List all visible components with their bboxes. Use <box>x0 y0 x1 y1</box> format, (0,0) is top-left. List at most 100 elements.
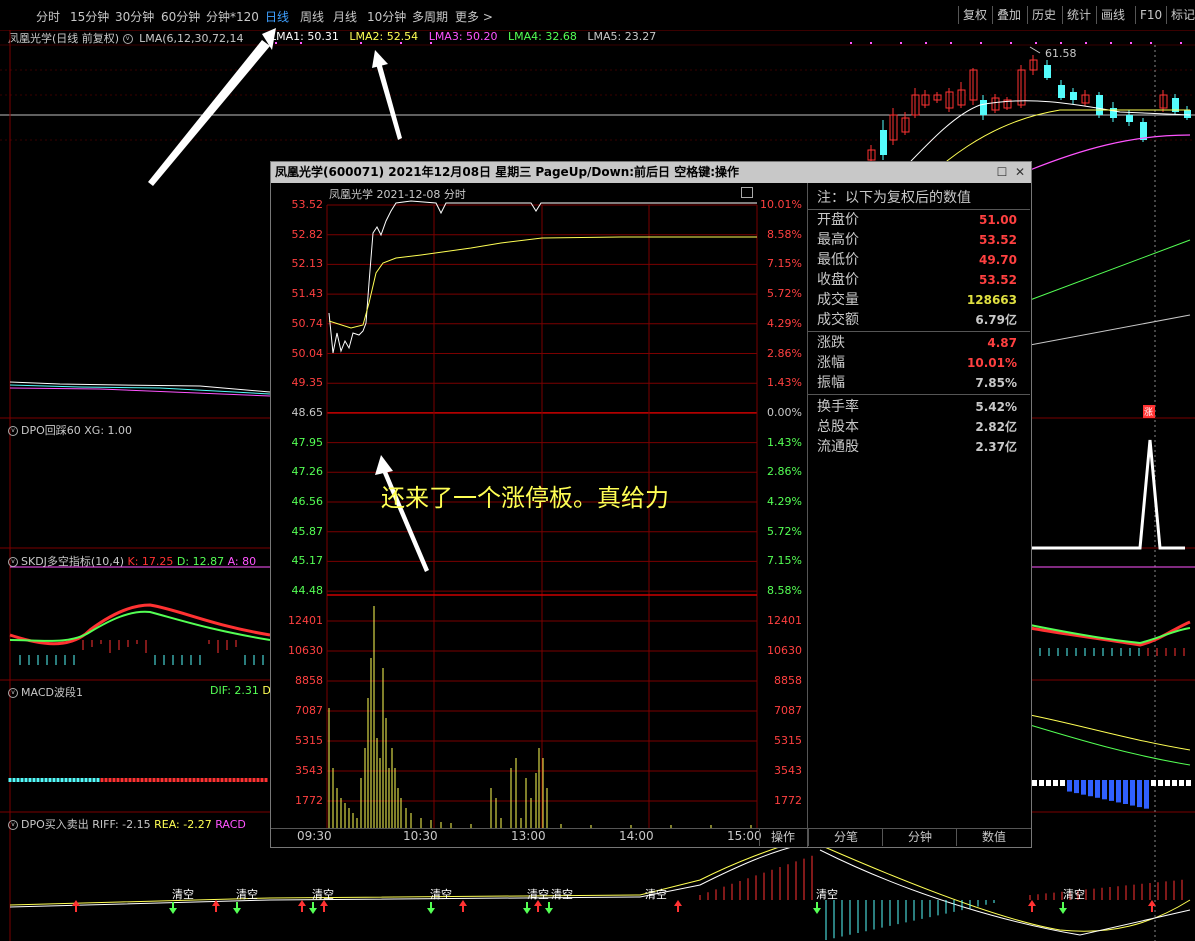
signal-dot <box>1035 42 1037 44</box>
signal-dot <box>300 42 302 44</box>
clear-signal-label: 清空 <box>645 887 667 901</box>
signal-dot <box>900 42 902 44</box>
info-key: 流通股 <box>817 439 859 455</box>
info-row: 成交额 6.79亿 <box>817 310 1023 330</box>
macd-bar <box>1081 780 1086 795</box>
popup-tab-2[interactable]: 分钟 <box>882 829 957 846</box>
volume-label-right: 5315 <box>774 734 802 747</box>
candle-body <box>1184 110 1191 118</box>
popup-tab-3[interactable]: 数值 <box>956 829 1031 846</box>
dpo-bars <box>699 855 1183 940</box>
clear-signal-label: 清空 <box>816 887 838 901</box>
macd-bar <box>1172 780 1177 786</box>
collapse-icon[interactable]: v <box>8 820 18 830</box>
percent-label: 5.72% <box>767 287 802 301</box>
macd-bar <box>1116 780 1121 803</box>
info-value: 6.79亿 <box>975 313 1017 327</box>
volume-label-right: 7087 <box>774 704 802 717</box>
info-row: 开盘价 51.00 <box>817 210 1023 230</box>
price-line <box>328 200 757 354</box>
dpo-panel-label: v DPO回踩60 XG: 1.00 <box>8 422 132 438</box>
annotation-arrow-2 <box>376 62 402 140</box>
price-label: 47.26 <box>291 465 324 479</box>
info-key: 开盘价 <box>817 212 859 228</box>
macd-bar <box>1060 780 1065 786</box>
time-label: 14:00 <box>619 829 654 843</box>
skdj-panel-label: v SKDJ多空指标(10,4) K: 17.25 D: 12.87 A: 80 <box>8 553 256 569</box>
info-value: 49.70 <box>979 253 1017 267</box>
price-label: 46.56 <box>291 495 324 508</box>
annotation-text: 还来了一个涨停板。真给力 <box>381 484 669 512</box>
up-arrow-icon <box>298 900 306 906</box>
info-key: 成交额 <box>817 312 859 328</box>
collapse-icon[interactable]: v <box>8 426 18 436</box>
info-key: 收盘价 <box>817 272 859 288</box>
macd-bar <box>1067 780 1072 792</box>
info-key: 涨幅 <box>817 355 845 371</box>
popup-titlebar[interactable]: 凤凰光学(600071) 2021年12月08日 星期三 PageUp/Down… <box>271 162 1031 183</box>
down-arrow-icon <box>309 908 317 914</box>
percent-label: 5.72% <box>767 524 802 538</box>
collapse-icon[interactable]: v <box>8 688 18 698</box>
price-label: 48.65 <box>291 405 324 419</box>
info-value: 10.01% <box>967 356 1017 370</box>
signal-arrows <box>72 900 1156 914</box>
candle-body <box>1126 115 1133 122</box>
price-label: 52.13 <box>291 257 324 271</box>
percent-label: 4.29% <box>767 316 802 330</box>
skdj-a: A: 80 <box>227 555 257 568</box>
info-header: 注：以下为复权后的数值 <box>817 190 971 206</box>
info-row: 振幅 7.85% <box>817 373 1023 393</box>
skdj-d: D: 12.87 <box>176 555 225 568</box>
price-label: 47.95 <box>291 435 324 449</box>
dpobs-panel-label: v DPO买入卖出 RIFF: -2.15 REA: -2.27 RACD <box>8 816 246 832</box>
restore-icon[interactable]: ☐ <box>995 165 1009 179</box>
macd-bar <box>1186 780 1191 786</box>
price-label: 45.87 <box>291 524 324 538</box>
macd-bar <box>1130 780 1135 806</box>
volume-label-right: 3543 <box>774 764 802 777</box>
info-value: 5.42% <box>975 400 1017 414</box>
macd-bar <box>1046 780 1051 786</box>
dpobs-racd: RACD <box>215 818 246 831</box>
volume-label-left: 10630 <box>288 644 323 657</box>
annotation-arrow-1 <box>148 40 270 186</box>
macd-bar <box>1179 780 1184 786</box>
percent-label: 8.58% <box>767 227 802 241</box>
info-key: 成交量 <box>817 292 859 308</box>
clear-signal-label: 清空 <box>527 887 549 901</box>
close-icon[interactable]: ✕ <box>1013 165 1027 179</box>
popup-title: 凤凰光学(600071) 2021年12月08日 星期三 PageUp/Down… <box>275 165 740 179</box>
signal-dot <box>1060 42 1062 44</box>
price-label: 52.82 <box>291 227 324 241</box>
toggle-panel-icon[interactable] <box>741 187 753 198</box>
volume-label-left: 5315 <box>295 734 323 747</box>
percent-label: 1.43% <box>767 435 802 449</box>
macd-bar <box>1165 780 1170 786</box>
popup-tab-0[interactable]: 操作 <box>759 829 806 846</box>
info-row: 总股本 2.82亿 <box>817 417 1023 437</box>
dpobs-riff: RIFF: -2.15 <box>92 818 151 831</box>
volume-label-right: 8858 <box>774 674 802 687</box>
info-row: 收盘价 53.52 <box>817 270 1023 290</box>
macd-bar <box>1053 780 1058 786</box>
signal-dot <box>925 42 927 44</box>
signal-dot <box>400 42 402 44</box>
percent-label: 1.43% <box>767 376 802 390</box>
percent-label: 7.15% <box>767 257 802 271</box>
info-value: 53.52 <box>979 273 1017 287</box>
info-key: 最低价 <box>817 252 859 268</box>
up-arrow-icon <box>1028 900 1036 906</box>
clear-signal-labels: 清空 清空 清空 清空 清空 清空 清空 清空 清空 <box>172 887 1085 901</box>
signal-dot <box>980 42 982 44</box>
popup-tab-1[interactable]: 分笔 <box>808 829 883 846</box>
collapse-icon[interactable]: v <box>8 557 18 567</box>
percent-label: 2.86% <box>767 465 802 479</box>
macd-bar <box>1088 780 1093 797</box>
macd-panel-label: v MACD波段1 <box>8 684 83 700</box>
clear-signal-label: 清空 <box>172 887 194 901</box>
macd-bar <box>1074 780 1079 794</box>
signal-dot <box>430 42 432 44</box>
macd-bar <box>1158 780 1163 786</box>
info-value: 7.85% <box>975 376 1017 390</box>
